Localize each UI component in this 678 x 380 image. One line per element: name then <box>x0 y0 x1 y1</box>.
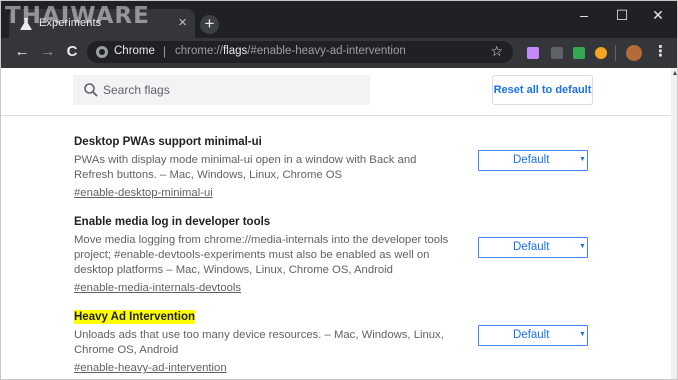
dropdown-arrow-icon: ▼ <box>579 331 586 338</box>
dropdown-arrow-icon: ▼ <box>579 156 586 163</box>
address-bar[interactable]: Chrome | chrome://flags/#enable-heavy-ad… <box>87 41 513 63</box>
flag-description: PWAs with display mode minimal-ui open i… <box>74 154 417 181</box>
flag-select-value: Default <box>513 329 550 341</box>
flag-description: Move media logging from chrome://media-i… <box>74 234 449 276</box>
flag-select[interactable]: Default ▼ <box>478 150 588 171</box>
extension-icon[interactable] <box>527 47 539 59</box>
flag-link[interactable]: #enable-desktop-minimal-ui <box>74 186 213 201</box>
browser-window: Experiments × + THAIWARE – ☐ ✕ ← → C Chr… <box>0 0 678 380</box>
url-separator: | <box>163 44 167 58</box>
search-icon <box>84 83 98 97</box>
reset-all-button[interactable]: Reset all to default <box>492 75 593 105</box>
flag-item: Enable media log in developer tools Move… <box>74 212 594 296</box>
profile-avatar[interactable] <box>626 45 642 61</box>
flag-description: Unloads ads that use too many device res… <box>74 329 444 356</box>
flag-link[interactable]: #enable-heavy-ad-intervention <box>74 361 227 376</box>
bookmark-star-icon[interactable]: ☆ <box>490 43 503 60</box>
flag-link[interactable]: #enable-media-internals-devtools <box>74 281 241 296</box>
chrome-icon <box>96 46 108 58</box>
flag-item: Heavy Ad Intervention Unloads ads that u… <box>74 307 594 376</box>
flag-select[interactable]: Default ▼ <box>478 237 588 258</box>
extension-icon[interactable] <box>573 47 585 59</box>
browser-toolbar: ← → C Chrome | chrome://flags/#enable-he… <box>1 38 677 68</box>
minimize-button[interactable]: – <box>569 5 599 25</box>
tab-strip: Experiments × + THAIWARE – ☐ ✕ <box>1 1 677 38</box>
toolbar-divider <box>615 45 616 61</box>
flag-title: Heavy Ad Intervention <box>74 310 195 324</box>
flag-select-value: Default <box>513 241 550 253</box>
search-box <box>73 75 370 105</box>
flag-title: Enable media log in developer tools <box>74 216 271 228</box>
url-host: flags <box>222 45 248 57</box>
menu-icon[interactable]: ⋮ <box>653 42 668 60</box>
url-prefix: chrome:// <box>175 45 223 57</box>
scroll-up-arrow-icon[interactable]: ▲ <box>671 70 677 78</box>
reload-button[interactable]: C <box>63 43 81 61</box>
dropdown-arrow-icon: ▼ <box>579 243 586 250</box>
url-text: chrome://flags/#enable-heavy-ad-interven… <box>175 45 406 57</box>
new-tab-button[interactable]: + <box>200 15 219 34</box>
search-input[interactable] <box>99 75 364 105</box>
flag-select[interactable]: Default ▼ <box>478 325 588 346</box>
flag-title: Desktop PWAs support minimal-ui <box>74 136 262 148</box>
maximize-button[interactable]: ☐ <box>607 5 637 25</box>
flag-item: Desktop PWAs support minimal-ui PWAs wit… <box>74 132 594 201</box>
url-path: /#enable-heavy-ad-intervention <box>247 45 406 57</box>
site-label: Chrome <box>114 45 155 57</box>
close-window-button[interactable]: ✕ <box>643 5 673 25</box>
scrollbar[interactable]: ▲ <box>671 68 677 379</box>
extension-icon[interactable] <box>551 47 563 59</box>
tab-close-icon[interactable]: × <box>178 13 187 33</box>
watermark-logo: THAIWARE <box>5 3 150 29</box>
forward-button[interactable]: → <box>39 43 57 61</box>
extension-icon[interactable] <box>595 47 607 59</box>
flags-header: Reset all to default <box>1 68 671 116</box>
back-button[interactable]: ← <box>13 43 31 61</box>
flag-select-value: Default <box>513 154 550 166</box>
